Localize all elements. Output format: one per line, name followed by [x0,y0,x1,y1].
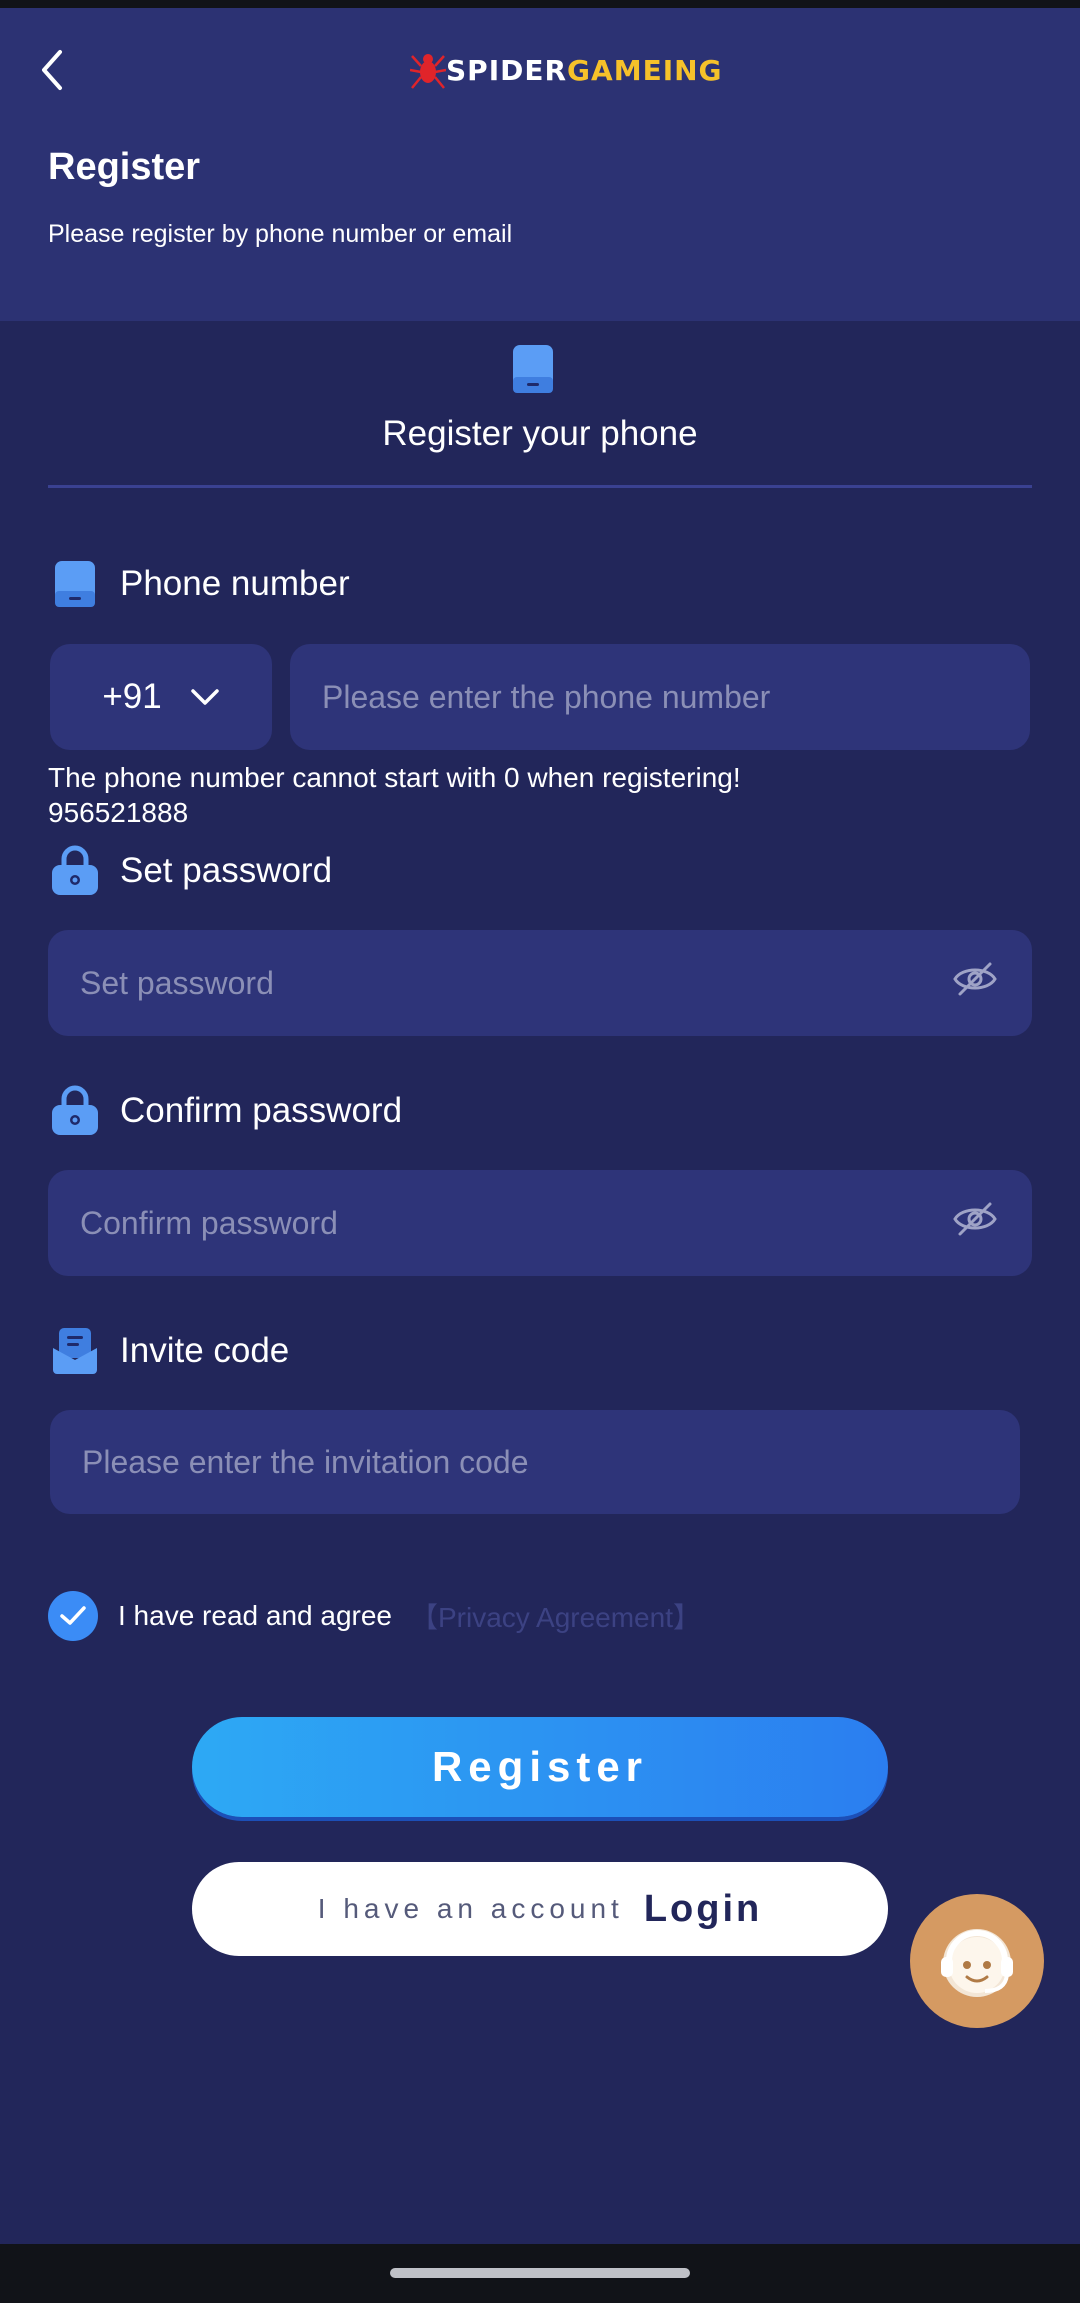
login-button[interactable]: I have an account Login [192,1862,888,1956]
page-subtitle: Please register by phone number or email [48,220,513,248]
password-input[interactable]: Set password [48,930,1032,1036]
chevron-left-icon [42,50,62,90]
confirm-password-label: Confirm password [48,1084,402,1138]
status-bar [0,0,1080,8]
confirm-password-label-text: Confirm password [120,1091,403,1130]
invite-label: Invite code [48,1324,289,1378]
login-link[interactable]: Login [644,1888,762,1931]
password-label-text: Set password [120,851,333,890]
invite-code-placeholder: Please enter the invitation code [82,1443,529,1480]
customer-support-button[interactable] [910,1894,1044,2028]
phone-label-text: Phone number [120,564,350,603]
confirm-password-placeholder: Confirm password [80,1204,338,1241]
phone-hint: The phone number cannot start with 0 whe… [48,760,741,830]
confirm-password-input[interactable]: Confirm password [48,1170,1032,1276]
login-prefix: I have an account [317,1893,624,1924]
register-button[interactable]: Register [192,1717,888,1817]
logo-text-spider: SPIDER [446,53,568,87]
agreement-text: I have read and agree [118,1600,392,1631]
lock-icon [48,844,102,898]
chevron-down-icon [190,689,219,705]
spider-icon [410,54,446,89]
phone-icon [48,557,102,611]
eye-off-icon[interactable] [952,960,998,1006]
phone-label: Phone number [48,557,350,611]
app-logo: SPIDER GAMEING [410,46,723,94]
eye-off-icon[interactable] [952,1200,998,1246]
phone-input[interactable]: Please enter the phone number [290,644,1030,750]
lock-icon [48,1084,102,1138]
phone-icon [511,343,555,400]
check-icon [60,1606,86,1625]
header: SPIDER GAMEING Register Please register b… [0,8,1080,321]
country-code-value: +91 [102,677,162,716]
tab-underline [48,485,1032,488]
phone-hint-number: 956521888 [48,797,189,828]
agreement-row: I have read and agree 【Privacy Agreement… [48,1591,701,1641]
back-button[interactable] [30,38,74,102]
password-label: Set password [48,844,332,898]
home-indicator[interactable] [390,2268,690,2278]
page-title: Register [48,146,201,188]
phone-hint-text: The phone number cannot start with 0 whe… [48,762,741,793]
invite-icon [48,1324,102,1378]
invite-code-input[interactable]: Please enter the invitation code [50,1410,1020,1514]
tab-register-phone[interactable]: Register your phone [0,414,1080,454]
password-placeholder: Set password [80,964,274,1001]
agreement-checkbox[interactable] [48,1591,98,1641]
headset-agent-icon [941,1929,1013,1997]
country-code-select[interactable]: +91 [50,644,272,750]
privacy-agreement-link[interactable]: 【Privacy Agreement】 [410,1596,701,1636]
phone-placeholder: Please enter the phone number [322,678,771,715]
logo-text-gaming: GAMEING [567,53,723,87]
invite-label-text: Invite code [120,1331,290,1370]
